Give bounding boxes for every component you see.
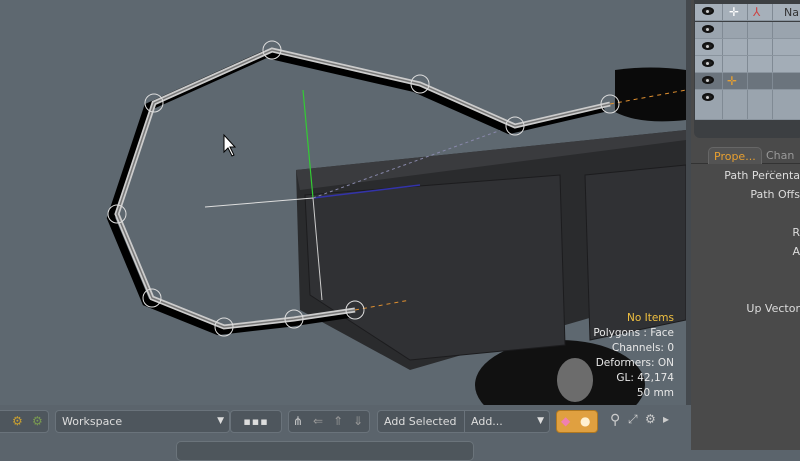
locator-icon: ✛	[727, 74, 738, 88]
scene	[106, 40, 686, 405]
workspace-dropdown[interactable]: Workspace ▼	[55, 410, 230, 433]
add-label: Add...	[471, 415, 503, 428]
keyframe-diamond-icon[interactable]: ◆	[561, 411, 570, 432]
add-dropdown[interactable]: Add... ▼	[464, 410, 550, 433]
r-label: R	[792, 226, 800, 239]
item-list[interactable]: ✛ ⅄ Nam ✛	[694, 0, 800, 138]
hierarchy-tools: ⋔ ⇐ ⇑ ⇓	[288, 410, 370, 433]
gl-info: GL: 42,174	[616, 372, 674, 384]
add-selected-button[interactable]: Add Selected	[377, 410, 465, 433]
eye-icon[interactable]	[702, 76, 714, 84]
workspace-label: Workspace	[62, 415, 123, 428]
tab-channels[interactable]: Chan ...	[761, 147, 800, 175]
tab-properties[interactable]: Prope...	[708, 147, 762, 164]
list-item-selected[interactable]: ✛	[695, 73, 800, 90]
tube-object	[615, 67, 686, 122]
selection-info: No Items	[627, 312, 674, 324]
3d-viewport[interactable]: No Items Polygons : Face Channels: 0 Def…	[0, 0, 686, 405]
grid-icon: ▪▪▪	[243, 415, 269, 428]
right-panel: ✛ ⅄ Nam ✛ Prope... Chan ... Path Percent…	[691, 0, 800, 450]
expand-icon[interactable]: ⤢	[628, 412, 638, 427]
dropdown-arrow-icon: ▼	[217, 416, 224, 426]
add-channel-icon[interactable]: ⚙	[12, 411, 23, 432]
list-item[interactable]	[695, 90, 800, 120]
key-toggle-group: ◆ ●	[556, 410, 598, 433]
locator-icon: ✛	[729, 5, 740, 19]
up-vector-label: Up Vector	[746, 302, 800, 315]
name-column-header[interactable]: Nam	[784, 6, 800, 19]
workspace-hint-panel	[176, 441, 474, 461]
mouse-cursor-icon	[223, 133, 237, 157]
eye-icon[interactable]	[702, 59, 714, 67]
visibility-eye-icon[interactable]	[702, 7, 714, 15]
channel-tools: ⚙ ⚙	[0, 410, 49, 433]
more-arrow-icon[interactable]: ▸	[663, 412, 669, 426]
eye-icon[interactable]	[702, 25, 714, 33]
list-item[interactable]	[695, 39, 800, 56]
dropdown-arrow-icon: ▼	[537, 416, 544, 426]
item-list-header: ✛ ⅄ Nam	[695, 4, 800, 21]
viewport-info: No Items Polygons : Face Channels: 0 Def…	[593, 311, 674, 401]
scale-info: 50 mm	[636, 387, 674, 399]
channels-info: Channels: 0	[611, 342, 674, 354]
arrow-left-icon[interactable]: ⇐	[313, 411, 323, 432]
axis-icon: ⅄	[753, 5, 761, 19]
gear-icon[interactable]: ⚙	[645, 412, 656, 426]
property-tabs: Prope... Chan ...	[691, 146, 800, 175]
eye-icon[interactable]	[702, 93, 714, 101]
list-item[interactable]	[695, 22, 800, 39]
a-label: A	[792, 245, 800, 258]
add-channel-alt-icon[interactable]: ⚙	[32, 411, 43, 432]
path-offset-label: Path Offs	[750, 188, 800, 201]
deformers-info: Deformers: ON	[595, 357, 674, 369]
record-icon[interactable]: ●	[580, 411, 590, 432]
search-icon[interactable]: ⚲	[610, 412, 620, 428]
arrow-up-icon[interactable]: ⇑	[333, 411, 343, 432]
list-item[interactable]	[695, 56, 800, 73]
path-percentage-label: Path Percenta	[724, 169, 800, 182]
mode-info: Polygons : Face	[593, 327, 674, 339]
arrow-down-icon[interactable]: ⇓	[353, 411, 363, 432]
eye-icon[interactable]	[702, 42, 714, 50]
hierarchy-icon[interactable]: ⋔	[293, 411, 303, 432]
layout-grid-button[interactable]: ▪▪▪	[230, 410, 282, 433]
